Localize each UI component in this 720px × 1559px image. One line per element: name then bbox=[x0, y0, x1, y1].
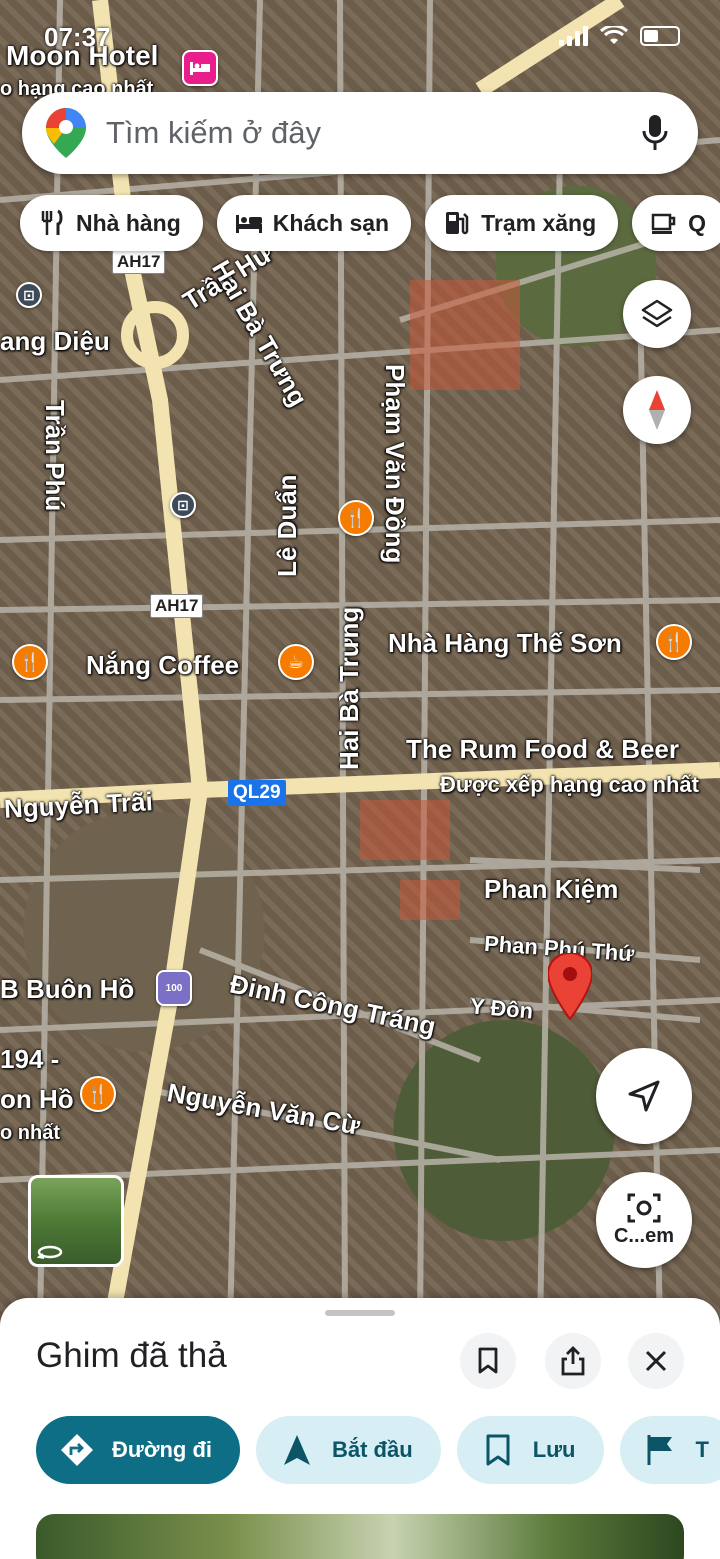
search-input[interactable]: Tìm kiếm ở đây bbox=[106, 115, 640, 151]
my-location-button[interactable] bbox=[596, 1048, 692, 1144]
chip-label: Nhà hàng bbox=[76, 209, 181, 236]
place-bottom-sheet[interactable]: Ghim đã thả Đường đi Bắt đầu Lưu T bbox=[0, 1298, 720, 1559]
cellular-signal-icon bbox=[559, 26, 588, 46]
layers-button[interactable] bbox=[623, 280, 691, 348]
compass-button[interactable] bbox=[623, 376, 691, 444]
label-button[interactable]: T bbox=[619, 1416, 720, 1484]
poi-sublabel-left: o nhất bbox=[0, 1122, 60, 1144]
share-button[interactable] bbox=[545, 1333, 601, 1389]
chip-coffee[interactable]: Q bbox=[632, 195, 720, 251]
save-button[interactable]: Lưu bbox=[456, 1416, 604, 1484]
coffee-poi-icon[interactable]: ☕ bbox=[278, 644, 314, 680]
restaurant-poi-icon[interactable]: 🍴 bbox=[656, 624, 692, 660]
save-bookmark-button[interactable] bbox=[460, 1333, 516, 1389]
sheet-title: Ghim đã thả bbox=[36, 1336, 227, 1375]
street-label-hoang-dieu: ang Diệu bbox=[0, 326, 110, 356]
restaurant-poi-icon[interactable]: 🍴 bbox=[12, 644, 48, 680]
flag-icon bbox=[647, 1435, 672, 1465]
bookmark-icon bbox=[486, 1434, 510, 1466]
coffee-icon bbox=[651, 213, 676, 234]
poi-label-left-on-ho[interactable]: on Hồ bbox=[0, 1084, 74, 1115]
bookmark-icon bbox=[478, 1347, 498, 1374]
compass-icon bbox=[649, 390, 665, 430]
directions-icon bbox=[61, 1434, 93, 1466]
chip-hotels[interactable]: Khách sạn bbox=[216, 195, 412, 251]
action-label: Lưu bbox=[532, 1437, 576, 1462]
street-view-360-icon bbox=[37, 1245, 63, 1259]
street-label-le-duan: Lê Duẩn bbox=[272, 474, 302, 577]
route-shield-ah17: AH17 bbox=[112, 250, 166, 274]
action-label: Bắt đầu bbox=[332, 1437, 413, 1462]
poi-label-buon-ho[interactable]: B Buôn Hồ bbox=[0, 974, 134, 1005]
microphone-icon[interactable] bbox=[640, 113, 670, 153]
street-view-thumbnail[interactable] bbox=[28, 1175, 124, 1267]
close-button[interactable] bbox=[628, 1333, 684, 1389]
status-time: 07:37 bbox=[44, 22, 111, 52]
street-label-y-don: Y Đôn bbox=[469, 993, 535, 1024]
directions-button[interactable]: Đường đi bbox=[36, 1416, 240, 1484]
street-label-hai-ba-trung-2: Hai Bà Trưng bbox=[334, 606, 364, 770]
dropped-pin-icon[interactable] bbox=[548, 953, 592, 1021]
restaurant-icon bbox=[41, 209, 63, 235]
street-label-pham-van-dong: Phạm Văn Đồng bbox=[380, 364, 410, 564]
restaurant-poi-icon[interactable]: 🍴 bbox=[338, 500, 374, 536]
camera-button-label: C...em bbox=[613, 1224, 675, 1247]
navigation-arrow-icon bbox=[628, 1080, 660, 1112]
chip-restaurants[interactable]: Nhà hàng bbox=[20, 195, 203, 251]
gas-station-poi-icon[interactable]: 100 bbox=[156, 970, 192, 1006]
close-icon bbox=[645, 1350, 667, 1372]
share-icon bbox=[561, 1346, 585, 1376]
street-label-tran-phu: Trần Phú bbox=[40, 400, 70, 512]
search-bar[interactable]: Tìm kiếm ở đây bbox=[22, 92, 698, 174]
route-shield-ql29: QL29 bbox=[228, 780, 286, 806]
start-button[interactable]: Bắt đầu bbox=[256, 1416, 441, 1484]
action-buttons: Đường đi Bắt đầu Lưu T bbox=[36, 1416, 720, 1484]
poi-sublabel-rum-food: Được xếp hạng cao nhất bbox=[440, 772, 699, 797]
place-photo[interactable] bbox=[36, 1514, 684, 1559]
sheet-drag-handle[interactable] bbox=[325, 1310, 395, 1316]
layers-icon bbox=[641, 299, 673, 328]
poi-label-left-194[interactable]: 194 - bbox=[0, 1044, 59, 1075]
chip-gas-stations[interactable]: Trạm xăng bbox=[425, 195, 619, 251]
navigation-start-icon bbox=[284, 1435, 310, 1465]
bus-stop-icon[interactable]: ⊡ bbox=[16, 282, 42, 308]
status-bar: 07:37 bbox=[0, 18, 720, 58]
poi-label-rum-food[interactable]: The Rum Food & Beer bbox=[406, 734, 679, 765]
camera-button[interactable]: C...em bbox=[596, 1172, 692, 1268]
gas-station-icon bbox=[446, 212, 469, 235]
poi-label-nha-hang-the-son[interactable]: Nhà Hàng Thế Sơn bbox=[388, 628, 622, 659]
chip-label: Q bbox=[688, 209, 707, 236]
chip-label: Khách sạn bbox=[272, 209, 390, 236]
bus-stop-icon[interactable]: ⊡ bbox=[170, 492, 196, 518]
route-shield-ah17: AH17 bbox=[150, 594, 204, 618]
action-label: T bbox=[695, 1437, 709, 1462]
restaurant-poi-icon[interactable]: 🍴 bbox=[80, 1076, 116, 1112]
hotel-icon bbox=[235, 215, 262, 233]
street-label-phan-kiem: Phan Kiệm bbox=[484, 874, 619, 904]
google-maps-logo-icon bbox=[46, 108, 86, 158]
category-chips: Nhà hàng Khách sạn Trạm xăng Q bbox=[20, 195, 720, 251]
wifi-icon bbox=[600, 26, 628, 44]
camera-icon bbox=[627, 1193, 661, 1222]
chip-label: Trạm xăng bbox=[481, 209, 597, 236]
battery-icon bbox=[640, 26, 680, 46]
action-label: Đường đi bbox=[112, 1437, 212, 1462]
poi-label-nang-coffee[interactable]: Nắng Coffee bbox=[86, 650, 239, 681]
